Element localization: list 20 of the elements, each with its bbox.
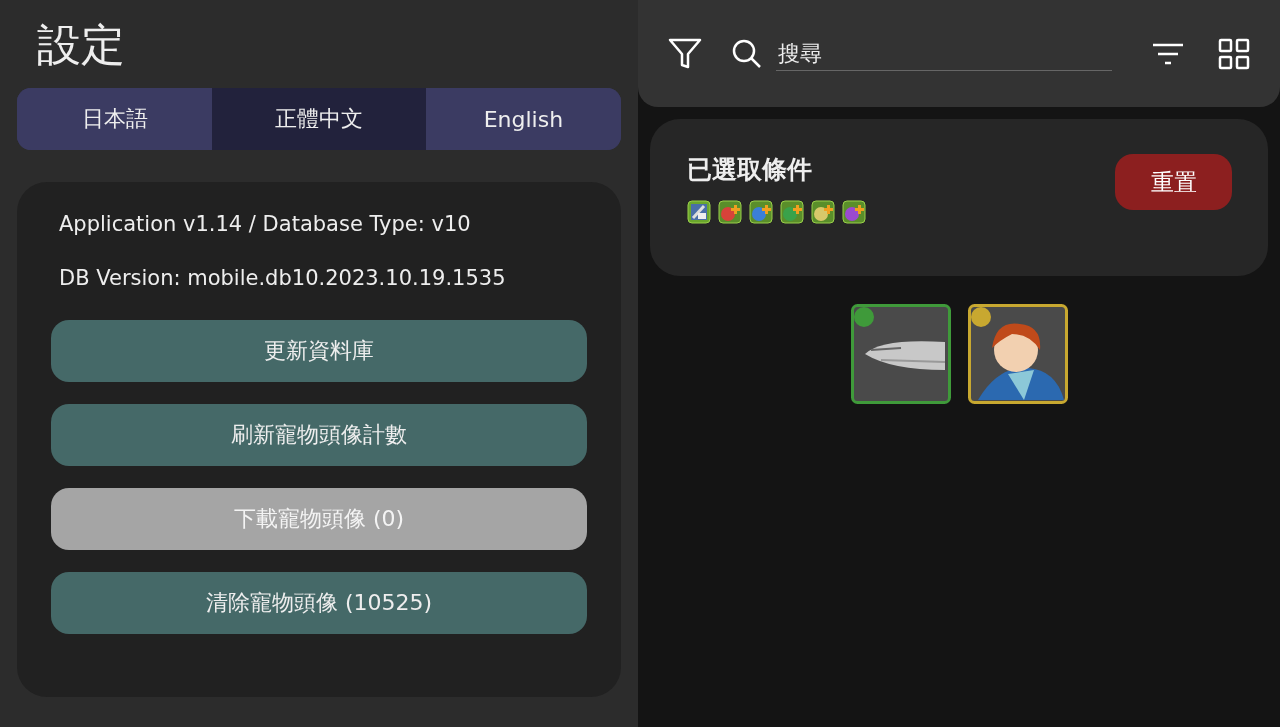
- info-text: Application v1.14 / Database Type: v10: [59, 212, 472, 236]
- sort-icon[interactable]: [1152, 42, 1184, 65]
- reset-button[interactable]: 重置: [1115, 154, 1232, 210]
- equipment-icon[interactable]: [687, 200, 711, 224]
- orb-plus-icon[interactable]: [842, 200, 866, 224]
- language-tab[interactable]: 正體中文: [212, 88, 426, 150]
- info-text: DB Version: mobile.db10.2023.10.19.1535: [59, 266, 507, 290]
- action-button[interactable]: 清除寵物頭像 (10525): [51, 572, 587, 634]
- grid-icon[interactable]: [1218, 37, 1250, 70]
- orb-plus-icon[interactable]: [749, 200, 773, 224]
- card-title: 已選取條件: [687, 154, 813, 186]
- orb-plus-icon[interactable]: [718, 200, 742, 224]
- page-title: 設定: [37, 18, 126, 72]
- action-button[interactable]: 刷新寵物頭像計數: [51, 404, 587, 466]
- search-field[interactable]: 搜尋: [776, 36, 1112, 71]
- orb-plus-icon[interactable]: [780, 200, 804, 224]
- search-icon[interactable]: [732, 38, 762, 69]
- action-button[interactable]: 更新資料庫: [51, 320, 587, 382]
- filter-icon[interactable]: [668, 37, 702, 70]
- orb-plus-icon[interactable]: [811, 200, 835, 224]
